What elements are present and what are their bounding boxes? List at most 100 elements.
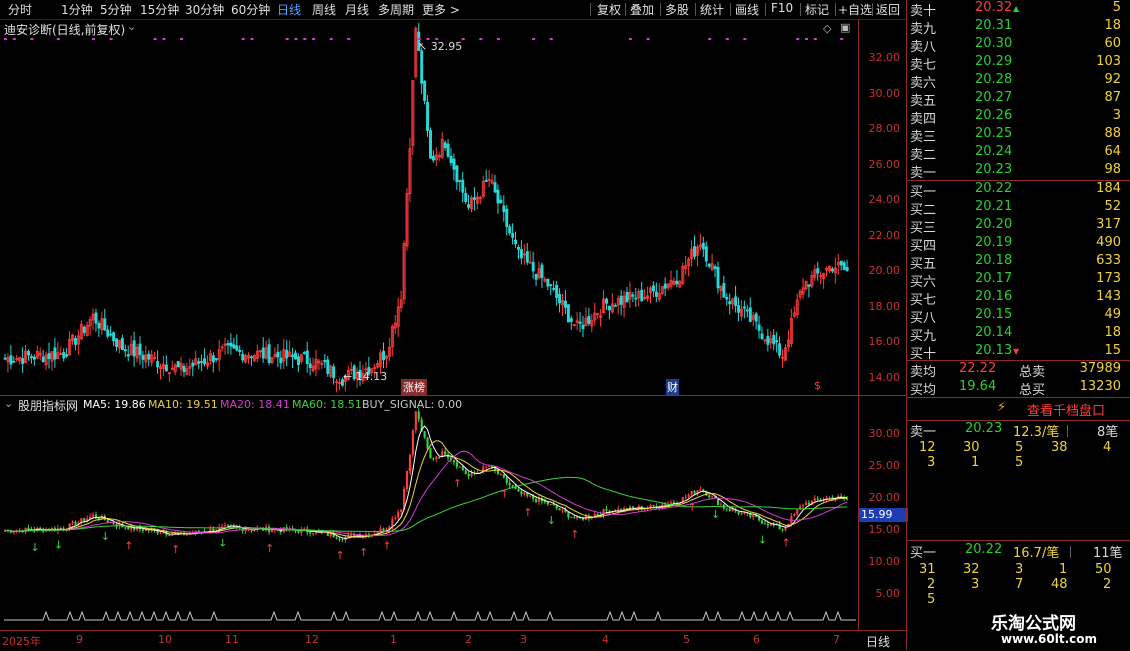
ind-axis-tick: 10.00: [868, 555, 901, 568]
ask-row[interactable]: 卖八 20.30 60: [907, 36, 1130, 55]
buy-arrow-icon: ↑: [500, 488, 509, 501]
diamond-icon[interactable]: ◇: [823, 22, 831, 35]
ask-row[interactable]: 卖六 20.28 92: [907, 72, 1130, 91]
queue-order-size: 1: [971, 455, 980, 470]
indicator-pane[interactable]: ↓ ↓ ↓ ↑ ↑ ↓ ↑ ↑ ↑ ↑ ↑ ↑ ↑ ↑ ↓ ↑ ↑ ↓ ↓ ↑ ⌄ 股朋指标网 MA5: 19.86 …: [0, 396, 858, 630]
ind-candle-body: [426, 437, 429, 449]
axis-tick: 32.00: [868, 51, 901, 64]
kline-chart[interactable]: [0, 19, 858, 395]
tab-multi-period[interactable]: 多周期: [378, 1, 414, 18]
window-toggle-icon[interactable]: ▣: [840, 21, 850, 34]
depth-link-row[interactable]: ⚡ 查看千档盘口: [907, 398, 1130, 420]
ask-row[interactable]: 卖四 20.26 3: [907, 108, 1130, 127]
ind-candle-body: [693, 491, 696, 494]
pane-divider-horizontal[interactable]: [0, 395, 906, 396]
candle-body: [569, 318, 573, 322]
adjust-button[interactable]: 复权: [597, 1, 621, 18]
multi-stock-button[interactable]: 多股: [665, 1, 689, 18]
candle-body: [109, 333, 113, 336]
signal-zigzag-line: [4, 610, 856, 621]
ask-row[interactable]: 卖九 20.31 18: [907, 18, 1130, 37]
toolbar-divider: [800, 3, 801, 16]
ask-row[interactable]: 卖二 20.24 64: [907, 144, 1130, 163]
ask-level-label: 卖十: [910, 4, 937, 19]
tab-5min[interactable]: 5分钟: [100, 1, 132, 18]
candle-body: [326, 359, 330, 374]
ask-level-label: 卖九: [910, 22, 937, 37]
indicator-menu-icon[interactable]: ⌄: [4, 397, 13, 410]
ask-row[interactable]: 卖五 20.27 87: [907, 90, 1130, 109]
bid-row[interactable]: 买九 20.14 18: [907, 325, 1130, 344]
candle-body: [493, 182, 497, 193]
candle-body: [182, 365, 186, 373]
bid-row[interactable]: 买二 20.21 52: [907, 199, 1130, 218]
bid-row[interactable]: 买一 20.22 184: [907, 181, 1130, 200]
bid-row[interactable]: 买三 20.20 317: [907, 217, 1130, 236]
month-label: 6: [753, 633, 760, 646]
stats-button[interactable]: 统计: [700, 1, 724, 18]
bid-row[interactable]: 买七 20.16 143: [907, 289, 1130, 308]
ma-indicator-chart[interactable]: ↓ ↓ ↓ ↑ ↑ ↓ ↑ ↑ ↑ ↑ ↑ ↑ ↑ ↑ ↓ ↑ ↑ ↓ ↓ ↑: [0, 396, 858, 630]
buy-arrow-icon: ↑: [781, 537, 790, 550]
ind-candle-body: [796, 509, 799, 515]
bid-qty: 490: [1096, 235, 1121, 250]
event-dividend-badge[interactable]: $: [814, 379, 821, 392]
ind-candle-body: [573, 517, 576, 519]
ind-candle-body: [737, 511, 740, 514]
tab-1min[interactable]: 1分钟: [61, 1, 93, 18]
candle-body: [549, 284, 553, 286]
candle-body: [816, 268, 820, 274]
bid-price: 20.20: [975, 217, 1013, 232]
tab-daily[interactable]: 日线: [277, 1, 301, 18]
add-favorite-button[interactable]: +自选: [838, 1, 872, 18]
ask-level-label: 卖五: [910, 94, 937, 109]
bid-row[interactable]: 买八 20.15 49: [907, 307, 1130, 326]
ask-row[interactable]: 卖七 20.29 103: [907, 54, 1130, 73]
signal-dot: [180, 38, 184, 40]
toolbar-divider: [872, 3, 873, 16]
signal-dot: [294, 38, 298, 40]
ind-candle-body: [763, 523, 767, 525]
back-button[interactable]: 返回: [876, 1, 900, 18]
signal-dot: [4, 38, 7, 40]
candle-body: [566, 304, 570, 323]
kline-pane[interactable]: 迪安诊断(日线,前复权) ⌄ ◇ ▣ ↖ 32.95 ← 14.13 涨榜 财 …: [0, 19, 858, 395]
tab-weekly[interactable]: 周线: [312, 1, 336, 18]
month-label: 4: [602, 633, 609, 646]
ask-qty: 87: [1104, 90, 1121, 105]
f10-button[interactable]: F10: [771, 1, 793, 15]
ind-candle-body: [400, 509, 403, 512]
tab-more[interactable]: 更多 >: [422, 1, 460, 18]
ind-candle-body: [467, 473, 470, 477]
ask-row[interactable]: 卖一 20.23 98: [907, 162, 1130, 181]
overlay-button[interactable]: 叠加: [630, 1, 654, 18]
chevron-down-icon[interactable]: ⌄: [127, 20, 136, 33]
signal-dot: [496, 38, 500, 40]
bid-row[interactable]: 买四 20.19 490: [907, 235, 1130, 254]
ind-candle-body: [444, 451, 447, 455]
candle-body: [514, 239, 518, 245]
ind-candle-body: [297, 530, 300, 533]
draw-line-button[interactable]: 画线: [735, 1, 759, 18]
signal-dot: [840, 38, 844, 40]
bid-row[interactable]: 买六 20.17 173: [907, 271, 1130, 290]
ask-row[interactable]: 卖三 20.25 88: [907, 126, 1130, 145]
signal-dot: [708, 38, 712, 40]
tab-15min[interactable]: 15分钟: [140, 1, 179, 18]
tab-monthly[interactable]: 月线: [345, 1, 369, 18]
bid-qty: 49: [1104, 307, 1121, 322]
tab-fenshi[interactable]: 分时: [8, 1, 32, 18]
tab-60min[interactable]: 60分钟: [231, 1, 270, 18]
bid-row[interactable]: 买五 20.18 633: [907, 253, 1130, 272]
toolbar-divider: [765, 3, 766, 16]
queue-sell-label: 卖一: [910, 425, 937, 440]
tab-30min[interactable]: 30分钟: [185, 1, 224, 18]
depth-link[interactable]: 查看千档盘口: [1027, 400, 1105, 419]
event-rank-badge[interactable]: 涨榜: [401, 379, 427, 395]
ind-candle-body: [807, 502, 811, 505]
period-indicator[interactable]: 日线: [866, 633, 890, 650]
mark-button[interactable]: 标记: [805, 1, 829, 18]
candle-body: [449, 155, 453, 164]
event-finance-badge[interactable]: 财: [666, 379, 679, 395]
candle-body: [742, 306, 746, 309]
